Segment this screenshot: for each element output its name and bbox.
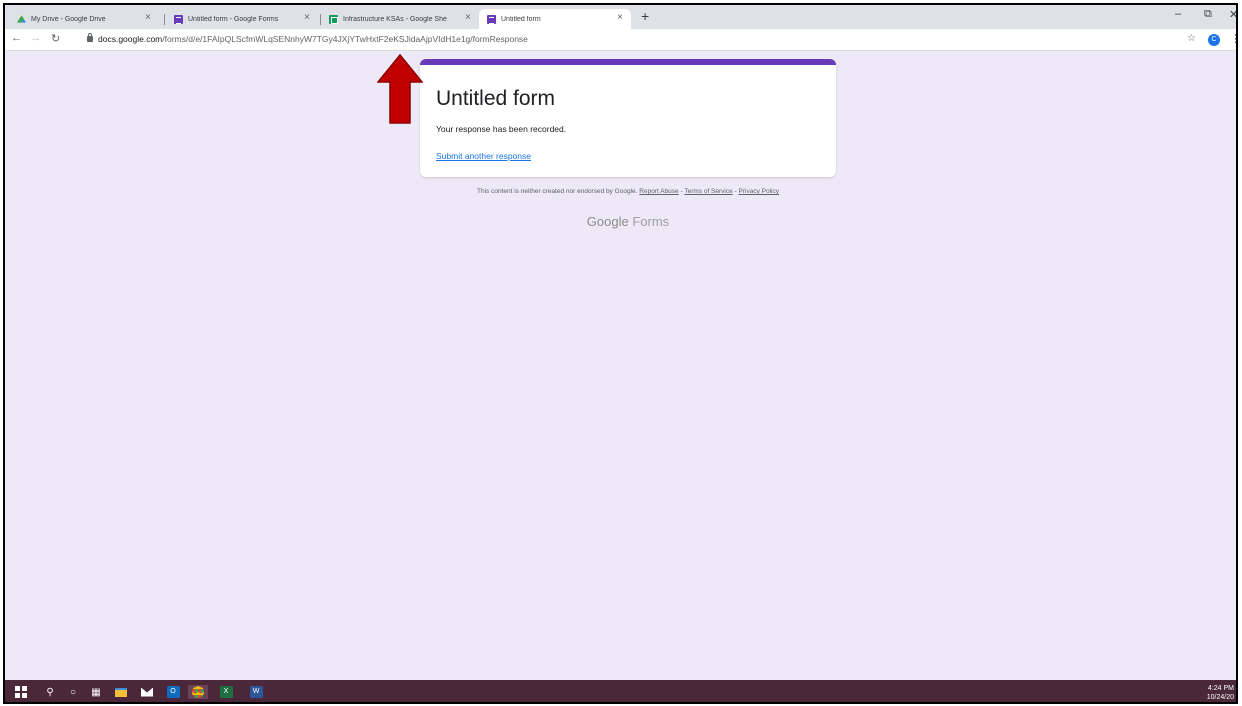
outlook-icon[interactable]: O — [166, 685, 180, 699]
brand-google: Google — [586, 214, 629, 229]
disclaimer-text: This content is neither created nor endo… — [477, 188, 638, 195]
address-bar[interactable]: docs.google.com/forms/d/e/1FAIpQLScfmWLq… — [98, 34, 528, 44]
form-response-card: Untitled form Your response has been rec… — [420, 59, 836, 177]
tab-close-icon[interactable]: × — [304, 12, 310, 23]
form-title: Untitled form — [436, 87, 556, 110]
close-window-icon[interactable]: ✕ — [1229, 8, 1236, 21]
mail-icon[interactable] — [140, 685, 154, 699]
google-drive-icon — [17, 14, 26, 23]
tab-infrastructure-ksas[interactable]: Infrastructure KSAs - Google She × — [321, 9, 479, 29]
confirmation-message: Your response has been recorded. — [436, 124, 567, 134]
screen-frame: My Drive - Google Drive × Untitled form … — [3, 3, 1238, 704]
clock-date: 10/24/20 — [1206, 694, 1234, 701]
windows-start-icon[interactable] — [14, 685, 28, 699]
footer-disclaimer: This content is neither created nor endo… — [420, 188, 836, 195]
search-icon[interactable]: ⚲ — [43, 685, 57, 699]
new-tab-button[interactable]: + — [641, 8, 649, 24]
minimize-icon[interactable]: – — [1175, 8, 1181, 20]
tab-title: Untitled form - Google Forms — [188, 15, 279, 23]
tab-separator — [164, 14, 165, 25]
tab-close-icon[interactable]: × — [465, 12, 471, 23]
google-sheets-icon — [329, 14, 338, 24]
excel-icon[interactable]: X — [219, 685, 233, 699]
google-forms-icon — [174, 14, 183, 24]
restore-icon[interactable]: ⧉ — [1204, 8, 1212, 21]
task-view-icon[interactable]: ▦ — [89, 685, 103, 699]
word-icon[interactable]: W — [249, 685, 263, 699]
menu-kebab-icon[interactable]: ⋮ — [1230, 32, 1236, 45]
google-forms-icon — [487, 14, 496, 24]
cortana-icon[interactable]: ○ — [66, 685, 80, 699]
tab-close-icon[interactable]: × — [617, 12, 623, 23]
report-abuse-link[interactable]: Report Abuse — [639, 188, 678, 195]
tab-untitled-form-active[interactable]: Untitled form × — [479, 9, 631, 29]
url-host: docs.google.com — [98, 34, 163, 44]
terms-of-service-link[interactable]: Terms of Service — [684, 188, 732, 195]
forward-icon[interactable]: → — [30, 32, 41, 44]
tab-close-icon[interactable]: × — [145, 12, 151, 23]
clock-time: 4:24 PM — [1207, 685, 1234, 692]
tab-untitled-form-editor[interactable]: Untitled form - Google Forms × — [166, 9, 318, 29]
system-clock[interactable]: 4:24 PM 10/24/20 — [1207, 684, 1234, 702]
browser-toolbar: ← → ↻ docs.google.com/forms/d/e/1FAIpQLS… — [5, 29, 1236, 51]
tab-title: Infrastructure KSAs - Google She — [343, 15, 447, 23]
privacy-policy-link[interactable]: Privacy Policy — [739, 188, 779, 195]
file-explorer-icon[interactable] — [114, 685, 128, 699]
red-arrow-annotation — [377, 54, 423, 124]
chrome-icon[interactable] — [188, 685, 208, 699]
windows-taskbar: ⚲ ○ ▦ O X W 4:24 PM 10/24/20 — [5, 680, 1236, 702]
tab-strip: My Drive - Google Drive × Untitled form … — [5, 5, 1236, 29]
profile-avatar[interactable]: C — [1208, 34, 1220, 46]
bookmark-star-icon[interactable]: ☆ — [1187, 33, 1196, 44]
submit-another-response-link[interactable]: Submit another response — [436, 151, 531, 161]
reload-icon[interactable]: ↻ — [51, 32, 60, 45]
lock-icon — [87, 33, 93, 42]
tab-title: Untitled form — [501, 15, 541, 23]
tab-my-drive[interactable]: My Drive - Google Drive × — [9, 9, 159, 29]
brand-forms: Forms — [632, 214, 670, 229]
url-path: /forms/d/e/1FAIpQLScfmWLqSENnhyW7TGy4JXj… — [162, 34, 528, 44]
tab-title: My Drive - Google Drive — [31, 15, 106, 23]
back-icon[interactable]: ← — [11, 32, 22, 44]
google-forms-logo[interactable]: Google Forms — [420, 214, 836, 229]
